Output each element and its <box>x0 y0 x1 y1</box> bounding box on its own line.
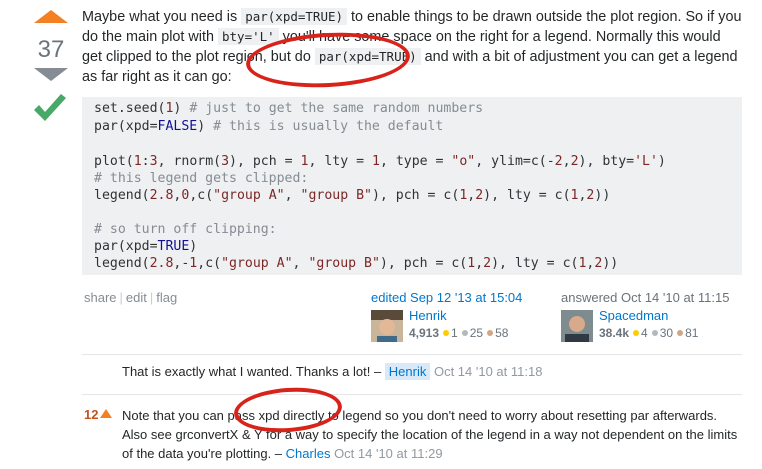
comments-divider <box>82 354 742 355</box>
comment: Note that you can pass xpd directly to l… <box>122 406 742 463</box>
comment-text: of the data you're plotting. – <box>122 446 286 461</box>
edited-time-link[interactable]: edited Sep 12 '13 at 15:04 <box>371 290 551 308</box>
comments-divider <box>82 394 742 395</box>
code-line: # this legend gets clipped: <box>94 171 309 186</box>
gold-badge-icon <box>443 330 450 337</box>
post-menu: share | edit | flag <box>84 290 178 305</box>
gold-badge-icon <box>633 330 640 337</box>
inline-code: par(xpd=TRUE) <box>241 8 348 25</box>
answer-text: Maybe what you need is <box>82 9 242 25</box>
comment-text: Also see grconvertX & Y for a way to spe… <box>122 427 738 442</box>
downvote-arrow-icon[interactable] <box>34 68 68 81</box>
silver-badge-icon <box>651 330 658 337</box>
editor-signature: edited Sep 12 '13 at 15:04 Henrik 4,913 1… <box>371 290 551 346</box>
inline-code: bty='L' <box>218 28 279 45</box>
code-line: par(xpd=TRUE) <box>94 239 198 254</box>
code-block: set.seed(1) # just to get the same rando… <box>82 97 742 275</box>
answer-body: Maybe what you need is par(xpd=TRUE) to … <box>82 7 742 87</box>
comment-time[interactable]: Oct 14 '10 at 11:18 <box>430 364 542 379</box>
code-line: legend(2.8,-1,c("group A", "group B"), p… <box>94 256 619 271</box>
comment-text: Note that you can pass xpd directly to l… <box>122 408 718 423</box>
flag-link[interactable]: flag <box>156 290 177 305</box>
vote-count: 37 <box>37 36 65 63</box>
comment-text: That is exactly what I wanted. Thanks a … <box>122 364 385 379</box>
comment-user-link[interactable]: Charles <box>286 446 331 461</box>
inline-code: par(xpd=TRUE) <box>314 48 421 65</box>
code-line: legend(2.8,0,c("group A", "group B"), pc… <box>94 188 611 203</box>
editor-avatar[interactable] <box>371 310 403 342</box>
share-link[interactable]: share <box>84 290 117 305</box>
editor-username[interactable]: Henrik <box>409 308 447 323</box>
editor-reputation: 4,913 1 25 58 <box>409 326 509 340</box>
code-line: set.seed(1) # just to get the same rando… <box>94 101 484 116</box>
author-reputation: 38.4k 4 30 81 <box>599 326 699 340</box>
comment-user-link[interactable]: Henrik <box>384 363 431 380</box>
code-line: # so turn off clipping: <box>94 222 277 237</box>
upvote-arrow-icon[interactable] <box>34 10 68 23</box>
author-signature: answered Oct 14 '10 at 11:15 Spacedman 3… <box>561 290 751 346</box>
answered-time: answered Oct 14 '10 at 11:15 <box>561 290 730 305</box>
author-avatar[interactable] <box>561 310 593 342</box>
author-username[interactable]: Spacedman <box>599 308 668 323</box>
accepted-checkmark-icon <box>34 94 66 121</box>
comment-upvote-icon[interactable] <box>100 409 113 418</box>
silver-badge-icon <box>461 330 468 337</box>
comment: That is exactly what I wanted. Thanks a … <box>122 362 742 381</box>
edit-link[interactable]: edit <box>126 290 147 305</box>
comment-time[interactable]: Oct 14 '10 at 11:29 <box>330 446 442 461</box>
comment-score: 12 <box>84 407 113 422</box>
code-line: par(xpd=FALSE) # this is usually the def… <box>94 119 444 134</box>
bronze-badge-icon <box>487 330 494 337</box>
code-line: plot(1:3, rnorm(3), pch = 1, lty = 1, ty… <box>94 154 666 169</box>
bronze-badge-icon <box>677 330 684 337</box>
